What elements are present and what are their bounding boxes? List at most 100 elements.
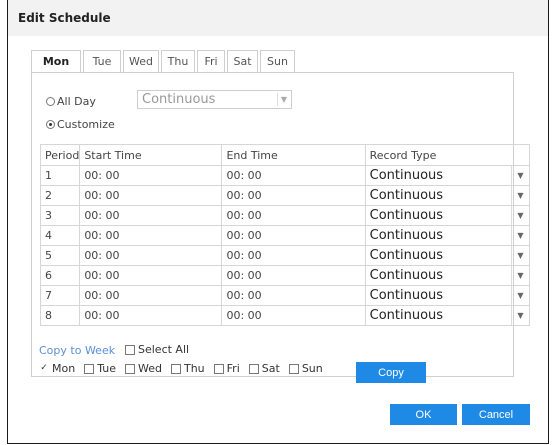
start-time-input[interactable]: 00: 00 — [79, 265, 223, 286]
record-type-select[interactable]: Continuous ▼ — [364, 185, 531, 206]
record-type-select[interactable]: Continuous ▼ — [364, 305, 531, 326]
copy-to-week-link[interactable]: Copy to Week — [39, 344, 115, 357]
table-header-row: Period Start Time End Time Record Type — [39, 144, 531, 166]
start-time-input[interactable]: 00: 00 — [79, 165, 223, 186]
record-type-value: Continuous — [369, 248, 444, 263]
copy-day-checkbox[interactable] — [125, 363, 135, 374]
copy-day-checkbox[interactable] — [170, 363, 181, 374]
customize-label: Customize — [57, 118, 115, 131]
record-type-select[interactable]: Continuous ▼ — [364, 205, 531, 226]
all-day-option[interactable]: All Day — [46, 95, 96, 108]
period-cell: 7 — [39, 285, 81, 306]
tab-mon[interactable]: Mon — [31, 50, 81, 73]
chevron-down-icon: ▼ — [277, 93, 290, 106]
record-type-value: Continuous — [369, 188, 444, 203]
copy-day-fri[interactable]: Fri — [213, 362, 240, 375]
table-row: 3 00: 00 00: 00 Continuous ▼ — [39, 205, 531, 226]
tab-tue[interactable]: Tue — [83, 50, 121, 72]
header-record-type: Record Type — [364, 144, 531, 166]
cancel-button[interactable]: Cancel — [462, 404, 530, 425]
copy-day-checkbox[interactable] — [288, 363, 299, 374]
record-type-select[interactable]: Continuous ▼ — [364, 245, 531, 266]
start-time-input[interactable]: 00: 00 — [79, 305, 223, 326]
period-cell: 5 — [39, 245, 81, 266]
end-time-input[interactable]: 00: 00 — [221, 205, 366, 226]
copy-day-label: Fri — [226, 362, 240, 375]
table-row: 5 00: 00 00: 00 Continuous ▼ — [39, 245, 531, 266]
start-time-input[interactable]: 00: 00 — [79, 205, 223, 226]
table-row: 6 00: 00 00: 00 Continuous ▼ — [39, 265, 531, 286]
record-type-value: Continuous — [369, 288, 444, 303]
all-day-record-select: Continuous ▼ — [137, 90, 292, 109]
copy-day-wed[interactable]: Wed — [125, 362, 162, 375]
schedule-table: Period Start Time End Time Record Type 1… — [39, 144, 531, 326]
chevron-down-icon: ▼ — [511, 286, 529, 305]
table-row: 7 00: 00 00: 00 Continuous ▼ — [39, 285, 531, 306]
table-row: 4 00: 00 00: 00 Continuous ▼ — [39, 225, 531, 246]
chevron-down-icon: ▼ — [511, 246, 529, 265]
record-type-value: Continuous — [369, 168, 444, 183]
end-time-input[interactable]: 00: 00 — [221, 265, 366, 286]
record-type-select[interactable]: Continuous ▼ — [364, 285, 531, 306]
tab-sun[interactable]: Sun — [260, 50, 295, 72]
start-time-input[interactable]: 00: 00 — [79, 285, 223, 306]
copy-day-thu[interactable]: Thu — [170, 362, 205, 375]
chevron-down-icon: ▼ — [511, 266, 529, 285]
tab-sat[interactable]: Sat — [227, 50, 258, 72]
chevron-down-icon: ▼ — [511, 206, 529, 225]
period-cell: 8 — [39, 305, 81, 326]
chevron-down-icon: ▼ — [511, 186, 529, 205]
select-all-checkbox[interactable] — [125, 344, 135, 355]
copy-button[interactable]: Copy — [356, 362, 426, 383]
tab-wed[interactable]: Wed — [123, 50, 159, 72]
record-type-select[interactable]: Continuous ▼ — [364, 165, 531, 186]
ok-button[interactable]: OK — [390, 404, 457, 425]
copy-day-checkbox[interactable] — [248, 363, 259, 374]
select-all-option[interactable]: Select All — [125, 343, 189, 356]
start-time-input[interactable]: 00: 00 — [79, 225, 223, 246]
copy-day-label: Tue — [97, 362, 116, 375]
select-all-label: Select All — [138, 343, 190, 356]
header-start-time: Start Time — [79, 144, 223, 166]
end-time-input[interactable]: 00: 00 — [221, 305, 366, 326]
end-time-input[interactable]: 00: 00 — [221, 245, 366, 266]
copy-day-checkbox[interactable]: ✓ — [39, 363, 49, 374]
start-time-input[interactable]: 00: 00 — [79, 185, 223, 206]
all-day-label: All Day — [57, 95, 96, 108]
table-row: 8 00: 00 00: 00 Continuous ▼ — [39, 305, 531, 326]
copy-day-label: Mon — [52, 362, 76, 375]
copy-days-row: ✓ Mon Tue Wed Thu Fri Sat Sun — [39, 362, 332, 375]
header-period: Period — [39, 144, 81, 166]
end-time-input[interactable]: 00: 00 — [221, 165, 366, 186]
all-day-radio[interactable] — [46, 97, 55, 106]
period-cell: 1 — [39, 165, 81, 186]
period-cell: 6 — [39, 265, 81, 286]
record-type-select[interactable]: Continuous ▼ — [364, 225, 531, 246]
chevron-down-icon: ▼ — [511, 166, 529, 185]
record-type-select[interactable]: Continuous ▼ — [364, 265, 531, 286]
end-time-input[interactable]: 00: 00 — [221, 225, 366, 246]
copy-day-tue[interactable]: Tue — [84, 362, 116, 375]
end-time-input[interactable]: 00: 00 — [221, 185, 366, 206]
copy-day-checkbox[interactable] — [84, 363, 95, 374]
copy-day-checkbox[interactable] — [213, 363, 224, 374]
customize-radio[interactable] — [46, 120, 55, 129]
period-cell: 3 — [39, 205, 81, 226]
dialog-title: Edit Schedule — [18, 11, 111, 25]
customize-option[interactable]: Customize — [46, 118, 115, 131]
table-row: 2 00: 00 00: 00 Continuous ▼ — [39, 185, 531, 206]
record-type-value: Continuous — [369, 208, 444, 223]
copy-day-sun[interactable]: Sun — [288, 362, 323, 375]
copy-day-sat[interactable]: Sat — [248, 362, 280, 375]
end-time-input[interactable]: 00: 00 — [221, 285, 366, 306]
copy-day-label: Wed — [138, 362, 162, 375]
table-row: 1 00: 00 00: 00 Continuous ▼ — [39, 165, 531, 186]
chevron-down-icon: ▼ — [511, 226, 529, 245]
start-time-input[interactable]: 00: 00 — [79, 245, 223, 266]
record-type-value: Continuous — [369, 268, 444, 283]
tab-thu[interactable]: Thu — [161, 50, 195, 72]
all-day-select-value: Continuous — [142, 92, 216, 107]
copy-day-mon[interactable]: ✓ Mon — [39, 362, 75, 375]
tab-fri[interactable]: Fri — [197, 50, 225, 72]
header-end-time: End Time — [221, 144, 366, 166]
